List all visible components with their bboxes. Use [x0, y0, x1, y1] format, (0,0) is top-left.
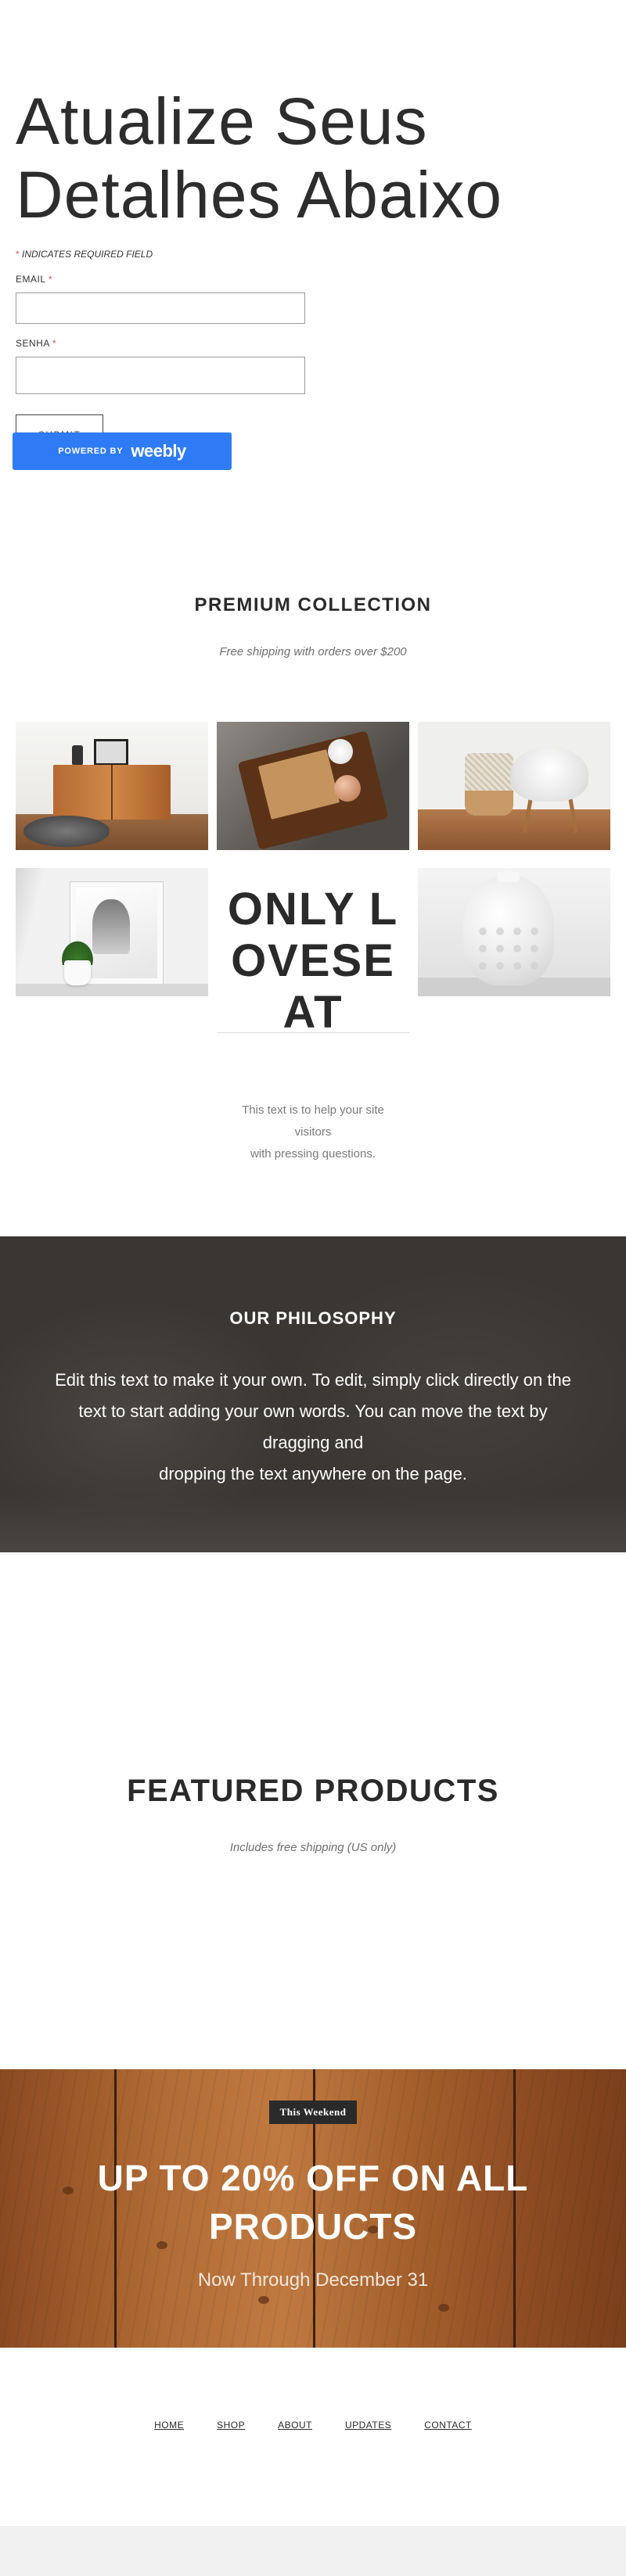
footer-link-updates[interactable]: UPDATES	[345, 2420, 391, 2431]
white-vase-photo	[418, 868, 610, 996]
philosophy-title: OUR PHILOSOPHY	[229, 1308, 397, 1328]
featured-products-subtitle: Includes free shipping (US only)	[229, 1841, 397, 1854]
philosophy-line: Edit this text to make it your own. To e…	[55, 1370, 571, 1390]
help-text-line: with pressing questions.	[250, 1147, 376, 1161]
password-label-text: SENHA	[16, 338, 50, 349]
philosophy-text: Edit this text to make it your own. To e…	[16, 1365, 610, 1490]
philosophy-section: OUR PHILOSOPHY Edit this text to make it…	[0, 1236, 626, 1552]
required-star: *	[48, 274, 53, 285]
help-text: This text is to help your site visitors …	[217, 1100, 409, 1165]
password-field[interactable]	[16, 357, 305, 394]
update-details-form: Atualize Seus Detalhes Abaixo * INDICATE…	[0, 0, 626, 485]
premium-collection-subtitle: Free shipping with orders over $200	[219, 645, 407, 658]
philosophy-line: text to start adding your own words. You…	[78, 1401, 548, 1421]
powered-by-text: POWERED BY	[58, 447, 124, 456]
footer-link-shop[interactable]: SHOP	[217, 2420, 245, 2431]
footer-link-contact[interactable]: CONTACT	[424, 2420, 472, 2431]
premium-collection-section: PREMIUM COLLECTION Free shipping with or…	[0, 485, 626, 1236]
premium-collection-title: PREMIUM COLLECTION	[194, 594, 432, 615]
bottom-bar	[0, 2526, 626, 2576]
help-text-line: This text is to help your site	[242, 1103, 384, 1117]
fur-stool-photo	[418, 722, 610, 850]
required-field-note: * INDICATES REQUIRED FIELD	[16, 249, 153, 260]
philosophy-line: dragging and	[262, 1433, 364, 1452]
required-note-text: INDICATES REQUIRED FIELD	[19, 249, 153, 260]
footer-nav: HOME SHOP ABOUT UPDATES CONTACT	[0, 2420, 626, 2431]
email-field[interactable]	[16, 292, 305, 324]
philosophy-line: dropping the text anywhere on the page.	[159, 1464, 467, 1484]
powered-by-weebly-badge[interactable]: POWERED BY weebly	[13, 432, 232, 470]
footer-link-home[interactable]: HOME	[154, 2420, 184, 2431]
help-text-line: visitors	[294, 1125, 332, 1139]
divider	[217, 1032, 409, 1033]
weebly-logo: weebly	[131, 441, 186, 461]
this-weekend-tag: This Weekend	[269, 2101, 357, 2124]
plant-frame-photo	[16, 868, 208, 996]
required-star: *	[52, 338, 57, 349]
footer-link-about[interactable]: ABOUT	[278, 2420, 312, 2431]
featured-products-title: FEATURED PRODUCTS	[127, 1774, 499, 1808]
email-label-text: EMAIL	[16, 274, 46, 285]
only-loveseat-heading: ONLY LOVESEAT	[227, 884, 399, 1038]
sideboard-photo	[16, 722, 208, 850]
form-title: Atualize Seus Detalhes Abaixo	[16, 84, 503, 231]
sale-banner: This Weekend UP TO 20% OFF ON ALL PRODUC…	[0, 2069, 626, 2348]
tray-photo	[217, 722, 409, 850]
password-label: SENHA *	[16, 338, 56, 349]
email-label: EMAIL *	[16, 274, 52, 285]
sale-title: UP TO 20% OFF ON ALL PRODUCTS	[97, 2158, 529, 2247]
sale-subtitle: Now Through December 31	[197, 2269, 429, 2291]
